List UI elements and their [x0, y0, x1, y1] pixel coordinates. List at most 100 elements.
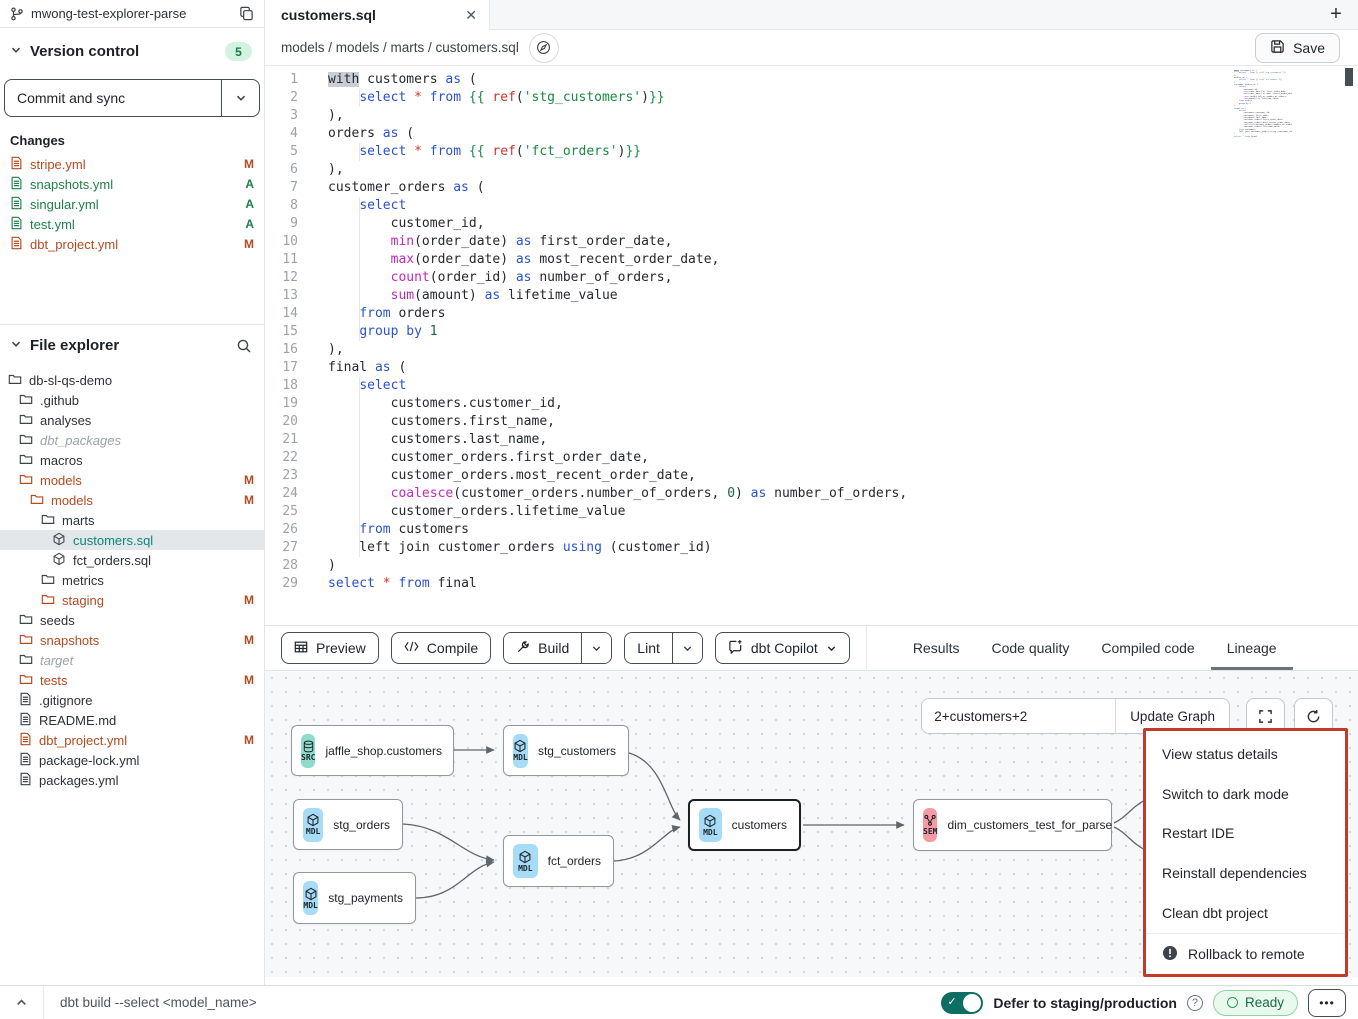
tree-item-analyses[interactable]: analyses	[0, 410, 264, 430]
change-item[interactable]: dbt_project.ymlM	[0, 234, 264, 254]
tree-item-target[interactable]: target	[0, 650, 264, 670]
more-options-button[interactable]: •••	[1308, 989, 1346, 1017]
change-item[interactable]: test.ymlA	[0, 214, 264, 234]
preview-button[interactable]: Preview	[281, 632, 379, 664]
lineage-node-stg-customers[interactable]: MDLstg_customers	[503, 725, 629, 776]
menu-item-switch-to-dark-mode[interactable]: Switch to dark mode	[1146, 774, 1345, 814]
commit-options-caret[interactable]	[221, 80, 259, 116]
tree-item-db-sl-qs-demo[interactable]: db-sl-qs-demo	[0, 370, 264, 390]
graph-selector-input[interactable]	[922, 699, 1115, 733]
menu-item-rollback-to-remote[interactable]: Rollback to remote	[1146, 934, 1345, 974]
new-tab-button[interactable]: +	[1314, 0, 1358, 29]
tree-item-dbt-project-yml[interactable]: dbt_project.ymlM	[0, 730, 264, 750]
code-line-28: )	[310, 557, 1358, 575]
chevron-down-icon	[826, 643, 837, 654]
folder-icon	[19, 452, 33, 469]
tree-item-label: models	[40, 473, 237, 488]
code-editor[interactable]: 1234567891011121314151617181920212223242…	[265, 66, 1358, 625]
dbt-copilot-button[interactable]: dbt Copilot	[715, 632, 850, 664]
tree-item-fct-orders-sql[interactable]: fct_orders.sql	[0, 550, 264, 570]
close-tab-icon[interactable]: ✕	[465, 7, 477, 24]
menu-item-restart-ide[interactable]: Restart IDE	[1146, 813, 1345, 853]
folder-icon	[19, 632, 33, 649]
tab-customers-sql[interactable]: customers.sql ✕	[265, 0, 490, 30]
build-options-caret[interactable]	[581, 633, 611, 663]
lineage-node-customers[interactable]: MDLcustomers	[688, 799, 801, 851]
menu-item-reinstall-dependencies[interactable]: Reinstall dependencies	[1146, 853, 1345, 893]
compass-icon[interactable]	[529, 33, 559, 63]
status-bar: dbt build --select <model_name> ✓ Defer …	[0, 985, 1358, 1019]
copy-branch-button[interactable]	[239, 6, 254, 21]
folder-icon	[19, 392, 33, 409]
tab-lineage[interactable]: Lineage	[1211, 626, 1293, 670]
tree-item-marts[interactable]: marts	[0, 510, 264, 530]
search-icon[interactable]	[236, 338, 252, 354]
tree-item-staging[interactable]: stagingM	[0, 590, 264, 610]
tab-compiled-code[interactable]: Compiled code	[1085, 626, 1210, 670]
tree-item-seeds[interactable]: seeds	[0, 610, 264, 630]
commit-and-sync-button[interactable]: Commit and sync	[5, 80, 221, 116]
compile-button[interactable]: Compile	[391, 632, 491, 664]
folder-icon	[19, 432, 33, 449]
change-status: A	[245, 217, 254, 231]
lint-options-caret[interactable]	[672, 633, 702, 663]
lineage-node-stg-orders[interactable]: MDLstg_orders	[293, 799, 403, 850]
tree-item-label: db-sl-qs-demo	[29, 373, 254, 388]
file-explorer-header[interactable]: File explorer	[0, 325, 264, 362]
mdl-badge: MDL	[513, 844, 538, 878]
tree-item-dbt-packages[interactable]: dbt_packages	[0, 430, 264, 450]
version-control-header[interactable]: Version control 5	[0, 28, 264, 69]
lineage-panel[interactable]: SRCjaffle_shop.customers MDLstg_customers…	[265, 671, 1358, 977]
defer-toggle[interactable]: ✓	[941, 992, 983, 1014]
lineage-node-fct-orders[interactable]: MDLfct_orders	[503, 835, 614, 887]
change-item[interactable]: stripe.ymlM	[0, 154, 264, 174]
status-dot-icon	[1227, 997, 1238, 1008]
file-tree: db-sl-qs-demo .githubanalysesdbt_packages…	[0, 362, 264, 985]
command-input[interactable]: dbt build --select <model_name>	[44, 995, 941, 1010]
tree-item-tests[interactable]: testsM	[0, 670, 264, 690]
lint-button[interactable]: Lint	[625, 633, 672, 663]
save-button[interactable]: Save	[1255, 33, 1340, 63]
tree-item-metrics[interactable]: metrics	[0, 570, 264, 590]
menu-item-label: View status details	[1162, 746, 1278, 762]
change-item[interactable]: snapshots.ymlA	[0, 174, 264, 194]
model-icon	[52, 552, 66, 569]
tree-item-macros[interactable]: macros	[0, 450, 264, 470]
change-item[interactable]: singular.ymlA	[0, 194, 264, 214]
code-line-8: select	[310, 197, 1358, 215]
change-file-name: stripe.yml	[30, 157, 237, 172]
file-icon	[19, 752, 32, 769]
tree-item--github[interactable]: .github	[0, 390, 264, 410]
status-badge[interactable]: Ready	[1213, 990, 1298, 1016]
code-icon	[404, 640, 419, 656]
file-icon	[19, 712, 32, 729]
tree-item-models[interactable]: modelsM	[0, 470, 264, 490]
lineage-node-jaffle-shop-customers[interactable]: SRCjaffle_shop.customers	[291, 725, 454, 776]
file-icon	[19, 772, 32, 789]
help-icon[interactable]: ?	[1187, 995, 1203, 1011]
tab-code-quality[interactable]: Code quality	[976, 626, 1086, 670]
menu-item-view-status-details[interactable]: View status details	[1146, 734, 1345, 774]
build-button[interactable]: Build	[504, 633, 581, 663]
expand-command-bar-icon[interactable]	[0, 986, 44, 1019]
menu-item-clean-dbt-project[interactable]: Clean dbt project	[1146, 893, 1345, 933]
lineage-node-stg-payments[interactable]: MDLstg_payments	[293, 872, 416, 924]
code-line-10: min(order_date) as first_order_date,	[310, 233, 1358, 251]
folder-icon	[30, 492, 44, 509]
tree-item-readme-md[interactable]: README.md	[0, 710, 264, 730]
tree-item--gitignore[interactable]: .gitignore	[0, 690, 264, 710]
change-status: M	[244, 237, 254, 251]
code-line-7: customer_orders as (	[310, 179, 1358, 197]
scrollbar-thumb[interactable]	[1345, 68, 1353, 86]
tree-item-customers-sql[interactable]: customers.sql	[0, 530, 264, 550]
tree-item-snapshots[interactable]: snapshotsM	[0, 630, 264, 650]
tree-item-package-lock-yml[interactable]: package-lock.yml	[0, 750, 264, 770]
folder-icon	[41, 512, 55, 529]
tree-item-packages-yml[interactable]: packages.yml	[0, 770, 264, 790]
code-lines: with customers as ( select * from {{ ref…	[310, 71, 1358, 625]
tree-item-models[interactable]: modelsM	[0, 490, 264, 510]
tree-item-label: macros	[40, 453, 254, 468]
lineage-node-dim-customers-test-for-parse[interactable]: SEMdim_customers_test_for_parse	[913, 799, 1112, 851]
tree-item-label: customers.sql	[73, 533, 254, 548]
tab-results[interactable]: Results	[897, 626, 976, 670]
